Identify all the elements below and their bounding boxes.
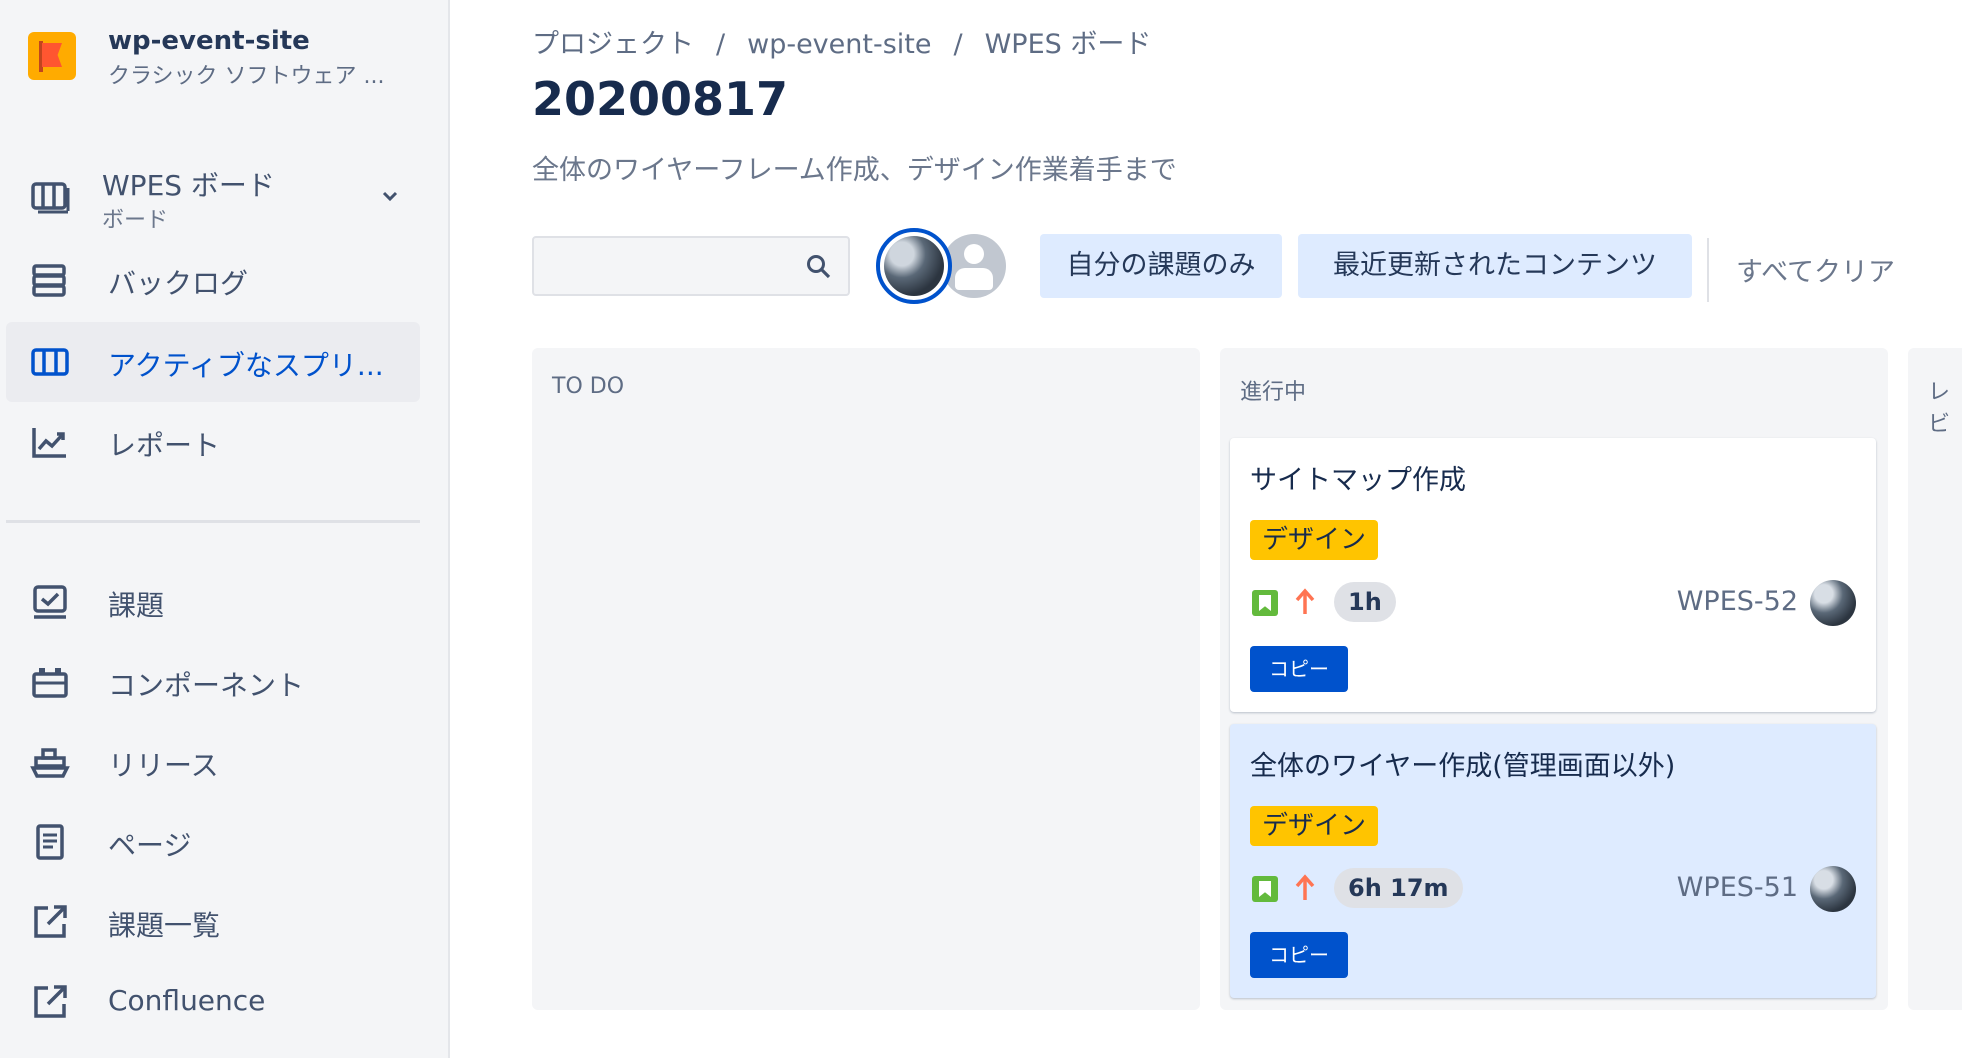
story-icon: [1252, 590, 1278, 616]
sidebar-divider: [6, 520, 420, 523]
column-in-progress: 進行中 サイトマップ作成 デザイン 1h WPES-52 コピー 全体のワイヤー…: [1220, 348, 1888, 1010]
column-title: 進行中: [1240, 380, 1307, 405]
bookmark-glyph: [1259, 881, 1271, 897]
breadcrumb-projects[interactable]: プロジェクト: [532, 29, 694, 60]
sidebar-item-components[interactable]: コンポーネント: [6, 642, 420, 722]
sidebar: wp-event-site クラシック ソフトウェア ... WPES ボード …: [0, 0, 450, 1058]
board-subtitle: ボード: [102, 208, 169, 233]
copy-button[interactable]: コピー: [1250, 932, 1348, 978]
card-summary: サイトマップ作成: [1250, 465, 1466, 496]
sprint-goal: 全体のワイヤーフレーム作成、デザイン作業着手まで: [532, 155, 1177, 186]
sidebar-item-active-sprint[interactable]: アクティブなスプリ...: [6, 322, 420, 402]
sidebar-item-label: バックログ: [108, 267, 249, 300]
board-columns-icon: [30, 342, 70, 382]
search-input[interactable]: [532, 236, 850, 296]
sidebar-item-confluence[interactable]: Confluence: [6, 962, 420, 1042]
story-icon: [1252, 876, 1278, 902]
flag-icon: [42, 43, 62, 67]
issue-card[interactable]: サイトマップ作成 デザイン 1h WPES-52 コピー: [1230, 438, 1876, 712]
epic-label: デザイン: [1250, 806, 1379, 846]
user-avatar-filter[interactable]: [876, 228, 952, 304]
project-name[interactable]: wp-event-site: [108, 26, 310, 56]
project-avatar-icon[interactable]: [28, 32, 76, 80]
ship-icon: [30, 742, 70, 782]
external-link-icon: [30, 902, 70, 942]
assignee-avatar: [1810, 580, 1856, 626]
sidebar-item-issues[interactable]: 課題: [6, 562, 420, 642]
person-icon-body: [955, 268, 993, 290]
board-title: WPES ボード: [102, 169, 275, 202]
filter-divider: [1707, 238, 1709, 302]
copy-button[interactable]: コピー: [1250, 646, 1348, 692]
bookmark-glyph: [1259, 595, 1271, 611]
sidebar-item-label: 課題: [108, 589, 165, 622]
page-title: 20200817: [532, 72, 789, 126]
sidebar-item-issue-list[interactable]: 課題一覧: [6, 882, 420, 962]
issue-key[interactable]: WPES-51: [1677, 872, 1798, 903]
sidebar-item-releases[interactable]: リリース: [6, 722, 420, 802]
sidebar-item-label: ページ: [108, 829, 192, 862]
backlog-icon: [30, 260, 70, 300]
issue-key[interactable]: WPES-52: [1677, 586, 1798, 617]
board-icon: [30, 176, 70, 216]
issue-card[interactable]: 全体のワイヤー作成(管理画面以外) デザイン 6h 17m WPES-51 コピ…: [1230, 724, 1876, 998]
sidebar-item-pages[interactable]: ページ: [6, 802, 420, 882]
person-icon-head: [964, 244, 984, 264]
column-review: レビ: [1908, 348, 1962, 1010]
estimate-badge: 6h 17m: [1334, 868, 1463, 908]
component-icon: [30, 662, 70, 702]
breadcrumb-board[interactable]: WPES ボード: [985, 29, 1152, 60]
column-title: レビ: [1928, 380, 1951, 437]
breadcrumb-project[interactable]: wp-event-site: [747, 29, 931, 60]
breadcrumb-separator: /: [953, 29, 963, 60]
sidebar-item-label: アクティブなスプリ...: [108, 349, 384, 382]
recently-updated-button[interactable]: 最近更新されたコンテンツ: [1298, 234, 1692, 298]
sidebar-item-reports[interactable]: レポート: [6, 402, 420, 482]
external-link-icon: [30, 982, 70, 1022]
only-my-issues-button[interactable]: 自分の課題のみ: [1040, 234, 1282, 298]
main-content: プロジェクト / wp-event-site / WPES ボード 20200817 全…: [450, 0, 1962, 1058]
chevron-down-icon[interactable]: [378, 184, 402, 208]
clear-all-link[interactable]: すべてクリア: [1736, 250, 1895, 289]
card-summary: 全体のワイヤー作成(管理画面以外): [1250, 751, 1676, 782]
sidebar-item-backlog[interactable]: バックログ: [6, 240, 420, 320]
sidebar-item-label: リリース: [108, 749, 219, 782]
epic-label: デザイン: [1250, 520, 1379, 560]
project-type: クラシック ソフトウェア ...: [108, 64, 385, 89]
column-todo: TO DO: [532, 348, 1200, 1010]
breadcrumb: プロジェクト / wp-event-site / WPES ボード: [532, 22, 1151, 61]
search-icon: [806, 254, 832, 280]
breadcrumb-separator: /: [716, 29, 726, 60]
assignee-avatar: [1810, 866, 1856, 912]
page-icon: [30, 822, 70, 862]
sidebar-item-label: コンポーネント: [108, 669, 305, 702]
sidebar-item-label: Confluence: [108, 984, 266, 1017]
chart-line-icon: [30, 422, 70, 462]
sidebar-item-label: レポート: [108, 429, 221, 462]
priority-high-icon: [1292, 586, 1318, 618]
priority-high-icon: [1292, 872, 1318, 904]
sidebar-item-label: 課題一覧: [108, 909, 221, 942]
board-switcher[interactable]: WPES ボード ボード: [6, 156, 420, 236]
issues-icon: [30, 582, 70, 622]
column-title: TO DO: [552, 374, 625, 399]
avatar: [884, 236, 944, 296]
estimate-badge: 1h: [1334, 582, 1396, 622]
